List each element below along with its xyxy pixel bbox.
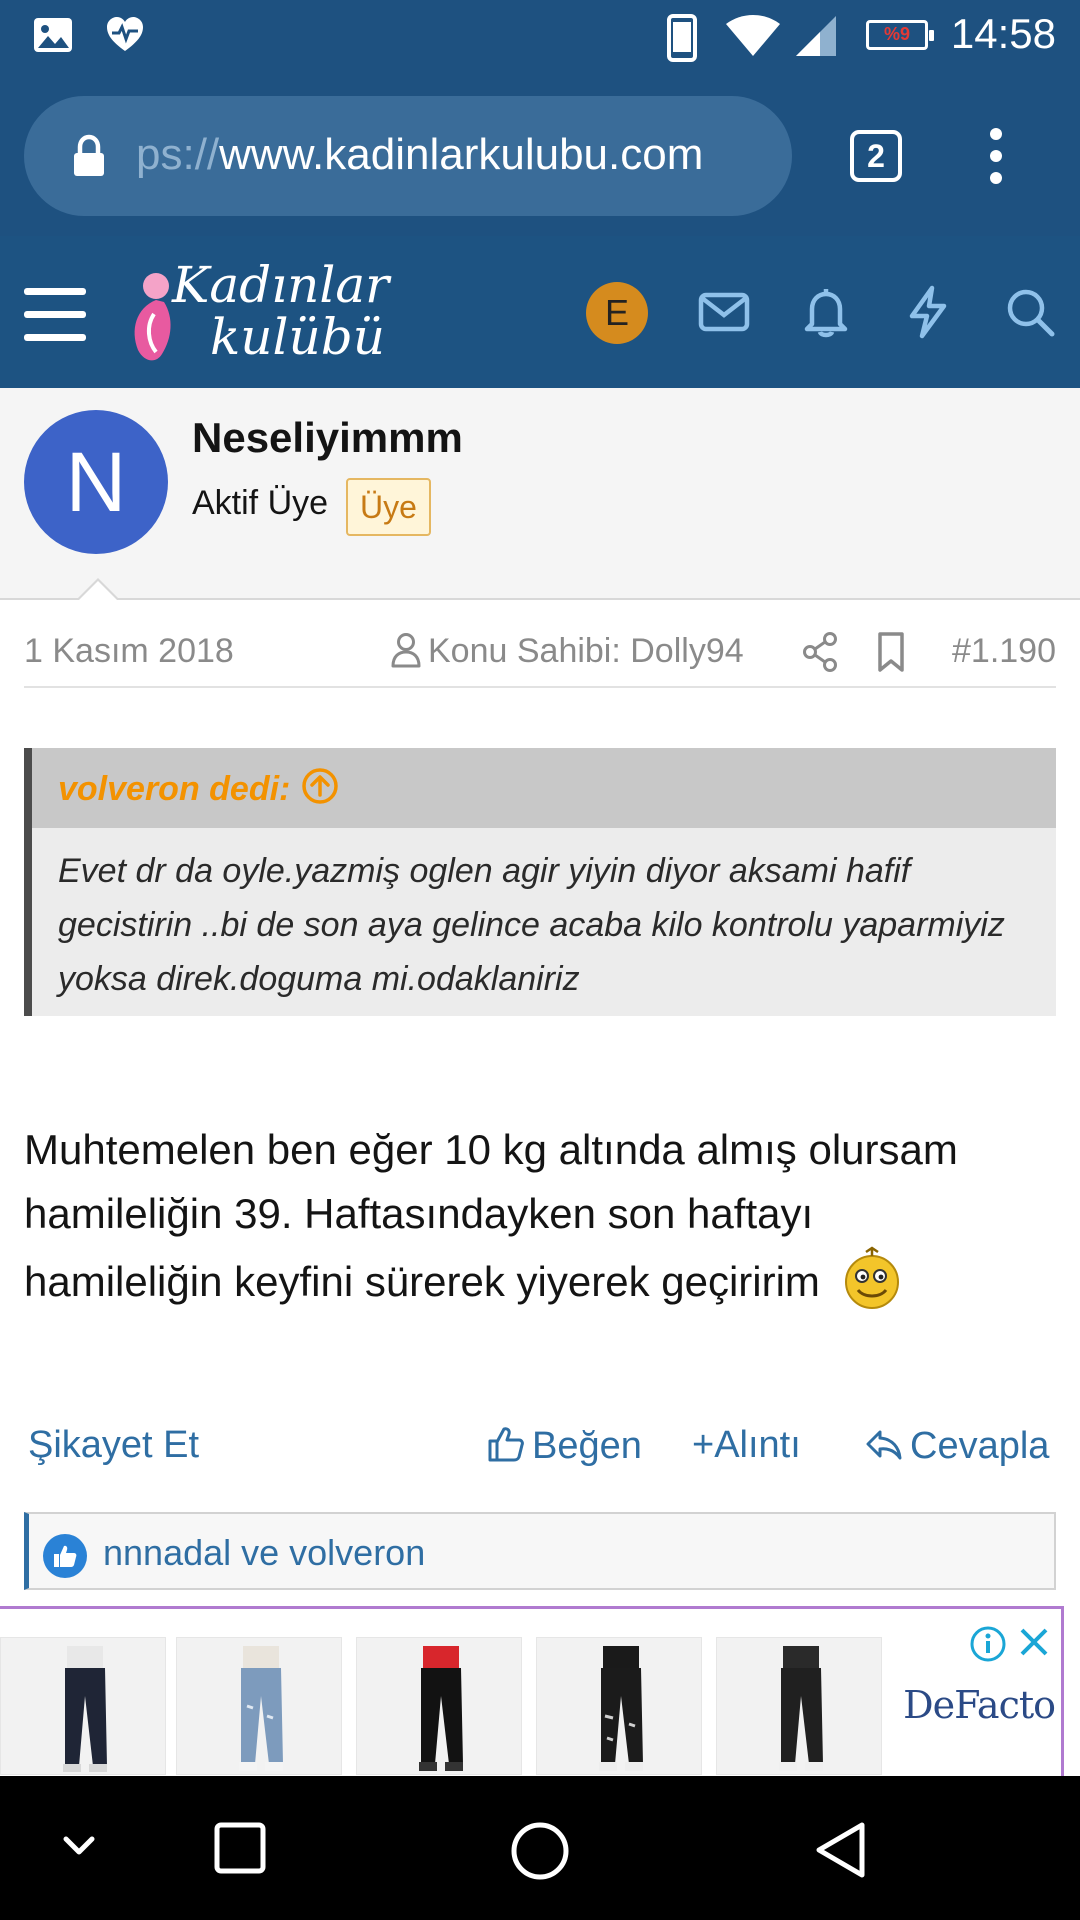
ad-product[interactable] (356, 1637, 522, 1775)
poster-username[interactable]: Neseliyimmm (192, 414, 463, 462)
lock-icon (72, 134, 106, 183)
ad-product[interactable] (716, 1637, 882, 1775)
url-domain: www.kadinlarkulubu.com (219, 130, 704, 179)
post-date[interactable]: 1 Kasım 2018 (24, 632, 234, 671)
ad-close-icon[interactable] (1017, 1625, 1051, 1664)
status-bar: %9 14:58 (0, 0, 1080, 78)
post-meta: 1 Kasım 2018 Konu Sahibi: Dolly94 #1.190 (24, 620, 1056, 688)
quote-label: Alıntı (714, 1424, 801, 1466)
user-avatar[interactable]: E (586, 282, 648, 344)
reply-icon (866, 1430, 902, 1460)
quote-header: volveron dedi: (32, 748, 1056, 828)
chevron-down-icon[interactable] (54, 1820, 104, 1875)
ad-product[interactable] (536, 1637, 702, 1775)
reply-button[interactable]: Cevapla (864, 1424, 1049, 1468)
smiley-emoji-icon (842, 1246, 902, 1328)
jeans-product-image (63, 1646, 107, 1772)
bolt-icon[interactable] (900, 284, 956, 345)
recents-square-icon[interactable] (212, 1820, 268, 1881)
jeans-product-image (599, 1646, 643, 1771)
battery-level: %9 (883, 24, 910, 44)
poster-user-title: Aktif Üye (192, 484, 329, 522)
image-icon (32, 14, 74, 61)
reply-label: Cevapla (910, 1425, 1050, 1467)
thread-owner: Konu Sahibi: Dolly94 (390, 632, 744, 671)
menu-icon[interactable] (24, 288, 86, 342)
like-reaction-icon (43, 1534, 87, 1578)
browser-toolbar: ps://www.kadinlarkulubu.com 2 (0, 78, 1080, 236)
ad-info-icon[interactable] (969, 1625, 1007, 1668)
quote-button[interactable]: +Alıntı (692, 1424, 801, 1467)
report-button[interactable]: Şikayet Et (28, 1424, 199, 1467)
thumbs-up-icon (488, 1427, 524, 1462)
battery-icon: %9 (866, 20, 934, 50)
thread-owner-label: Konu Sahibi: Dolly94 (428, 632, 744, 670)
plus-icon: + (692, 1424, 715, 1466)
jeans-product-image (779, 1646, 823, 1771)
share-icon[interactable] (800, 630, 840, 683)
url-prefix: ps:// (136, 130, 220, 179)
ad-banner[interactable]: DeFacto (0, 1606, 1064, 1776)
user-banner-badge: Üye (346, 478, 431, 536)
logo-text-line1: Kadınlar (172, 256, 390, 314)
user-info-pointer-inner (78, 581, 118, 601)
jeans-product-image (419, 1646, 463, 1771)
arrow-up-circle-icon[interactable] (300, 766, 340, 806)
post-number[interactable]: #1.190 (952, 632, 1056, 671)
overflow-menu-icon[interactable] (980, 126, 1012, 186)
quote-author[interactable]: volveron dedi: (58, 766, 340, 809)
bookmark-icon[interactable] (874, 630, 908, 683)
reaction-users[interactable]: nnnadal ve volveron (103, 1532, 425, 1574)
logo-text-line2: kulübü (210, 308, 385, 366)
clock: 14:58 (950, 10, 1056, 57)
quote-block: volveron dedi: Evet dr da oyle.yazmiş og… (24, 748, 1056, 1016)
site-logo[interactable]: Kadınlar kulübü (124, 254, 424, 370)
system-navigation-bar (0, 1776, 1080, 1920)
poster-avatar[interactable]: N (24, 410, 168, 554)
ad-product[interactable] (0, 1637, 166, 1775)
like-button[interactable]: Beğen (486, 1424, 642, 1468)
phone-icon (666, 14, 698, 67)
address-bar[interactable]: ps://www.kadinlarkulubu.com (24, 96, 792, 216)
signal-icon (794, 14, 838, 63)
url-text: ps://www.kadinlarkulubu.com (136, 130, 703, 180)
reactions-bar[interactable]: nnnadal ve volveron (24, 1512, 1056, 1590)
user-icon (391, 633, 421, 668)
post-user-info: N Neseliyimmm Aktif Üye Üye (0, 388, 1080, 600)
quote-text: Evet dr da oyle.yazmiş oglen agir yiyin … (58, 852, 1005, 998)
post-body-line1: Muhtemelen ben eğer 10 kg altında almış … (24, 1126, 958, 1237)
like-label: Beğen (532, 1425, 642, 1467)
post-body: Muhtemelen ben eğer 10 kg altında almış … (24, 1118, 1056, 1328)
post-actions: Şikayet Et Beğen +Alıntı Cevapla (24, 1418, 1056, 1478)
tab-switcher-button[interactable]: 2 (850, 130, 902, 182)
mail-icon[interactable] (696, 284, 752, 345)
wifi-icon (724, 14, 782, 63)
quote-author-label: volveron dedi: (58, 770, 291, 808)
ad-product[interactable] (176, 1637, 342, 1775)
home-circle-icon[interactable] (509, 1820, 571, 1887)
site-header: Kadınlar kulübü E (0, 236, 1080, 388)
heart-pulse-icon (104, 14, 146, 61)
back-triangle-icon[interactable] (812, 1820, 868, 1885)
ad-brand-logo: DeFacto (903, 1683, 1056, 1727)
bell-icon[interactable] (798, 284, 854, 345)
jeans-product-image (239, 1646, 283, 1771)
post-body-line2: hamileliğin keyfini sürerek yiyerek geçi… (24, 1258, 820, 1305)
search-icon[interactable] (1002, 284, 1058, 345)
